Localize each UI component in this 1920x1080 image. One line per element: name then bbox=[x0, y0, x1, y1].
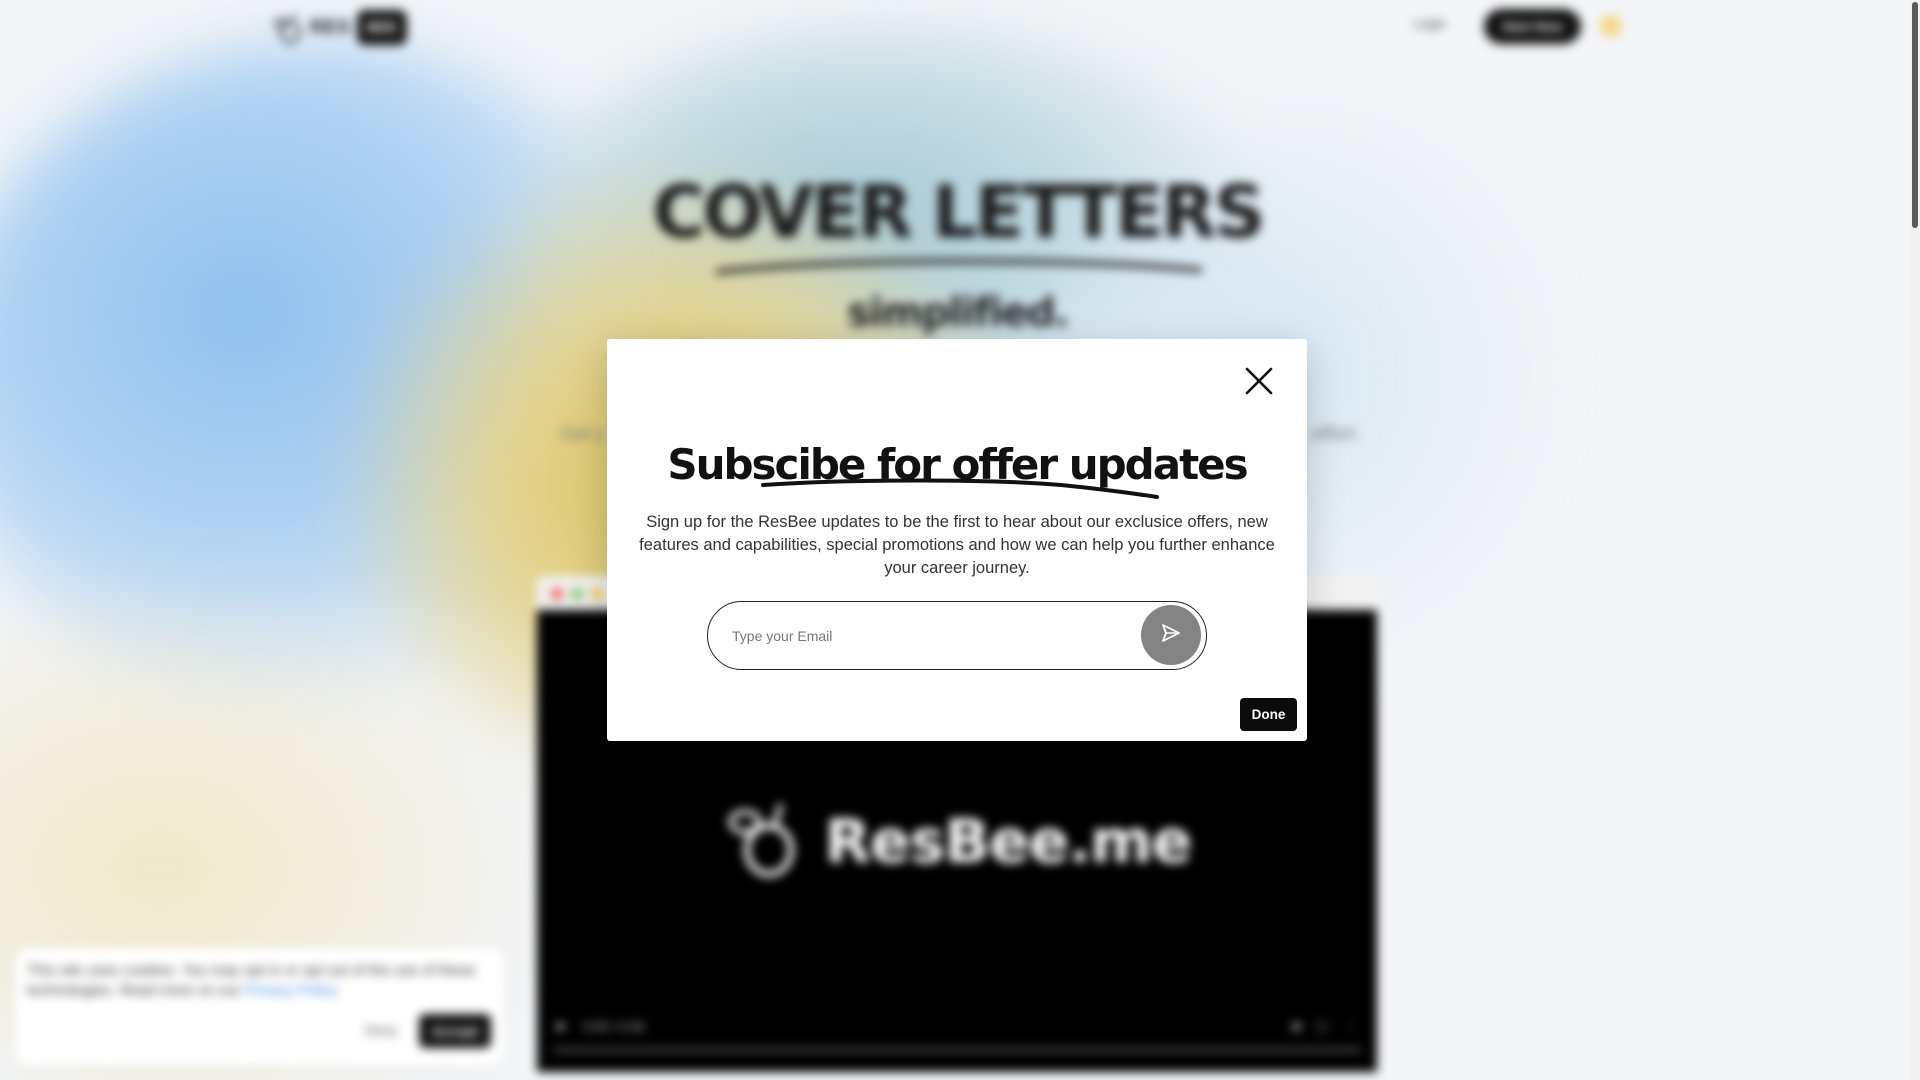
email-input[interactable] bbox=[732, 620, 1132, 652]
hero-description-left: Get y bbox=[560, 424, 606, 445]
hero-description-right: effort. bbox=[1311, 424, 1360, 445]
window-close-dot bbox=[551, 588, 563, 600]
bee-icon bbox=[270, 11, 304, 45]
send-icon bbox=[1160, 622, 1182, 649]
video-time: 0:00 / 0:36 bbox=[583, 1018, 645, 1034]
video-controls: ▶ 0:00 / 0:36 ◀ ▢ ⋮ bbox=[557, 1014, 1357, 1038]
logo-text-res: RES bbox=[310, 16, 351, 38]
hero-title: COVER LETTERS bbox=[652, 170, 1266, 254]
page-scrollbar[interactable] bbox=[1910, 0, 1920, 1080]
theme-toggle-icon[interactable] bbox=[1600, 15, 1622, 37]
close-icon[interactable] bbox=[1239, 361, 1279, 401]
cookie-banner: This site uses cookies. You may opt in o… bbox=[15, 948, 505, 1066]
modal-title-underline bbox=[761, 478, 1159, 499]
done-button[interactable]: Done bbox=[1240, 698, 1297, 731]
start-now-button[interactable]: Start Now bbox=[1484, 9, 1581, 44]
video-brand: ResBee.me bbox=[537, 800, 1377, 883]
window-minimize-dot bbox=[591, 588, 603, 600]
cookie-text: This site uses cookies. You may opt in o… bbox=[27, 961, 497, 1001]
play-icon[interactable]: ▶ bbox=[557, 1018, 567, 1034]
fullscreen-icon[interactable]: ▢ bbox=[1316, 1018, 1328, 1034]
subscribe-modal: Subscibe for offer updates Sign up for t… bbox=[607, 339, 1307, 741]
window-maximize-dot bbox=[571, 588, 583, 600]
site-logo[interactable]: RES BEE bbox=[270, 10, 408, 45]
send-button[interactable] bbox=[1141, 605, 1201, 665]
bee-icon bbox=[723, 800, 807, 883]
more-options-icon[interactable]: ⋮ bbox=[1344, 1018, 1357, 1034]
privacy-policy-link[interactable]: Privacy Policy bbox=[245, 982, 338, 999]
hero-underline-stroke bbox=[715, 258, 1203, 275]
hero-subtitle: simplified. bbox=[847, 290, 1069, 336]
video-progress-bar[interactable] bbox=[553, 1048, 1361, 1052]
scrollbar-thumb[interactable] bbox=[1912, 2, 1918, 228]
video-brand-text: ResBee.me bbox=[824, 806, 1193, 877]
modal-description: Sign up for the ResBee updates to be the… bbox=[639, 513, 1275, 577]
cookie-deny-button[interactable]: Deny bbox=[365, 1022, 398, 1038]
logo-text-bee: BEE bbox=[356, 10, 408, 45]
cookie-accept-button[interactable]: Accept bbox=[419, 1014, 491, 1048]
login-link[interactable]: Login bbox=[1414, 16, 1446, 31]
volume-icon[interactable]: ◀ bbox=[1290, 1018, 1300, 1034]
email-subscribe-form bbox=[707, 601, 1207, 670]
